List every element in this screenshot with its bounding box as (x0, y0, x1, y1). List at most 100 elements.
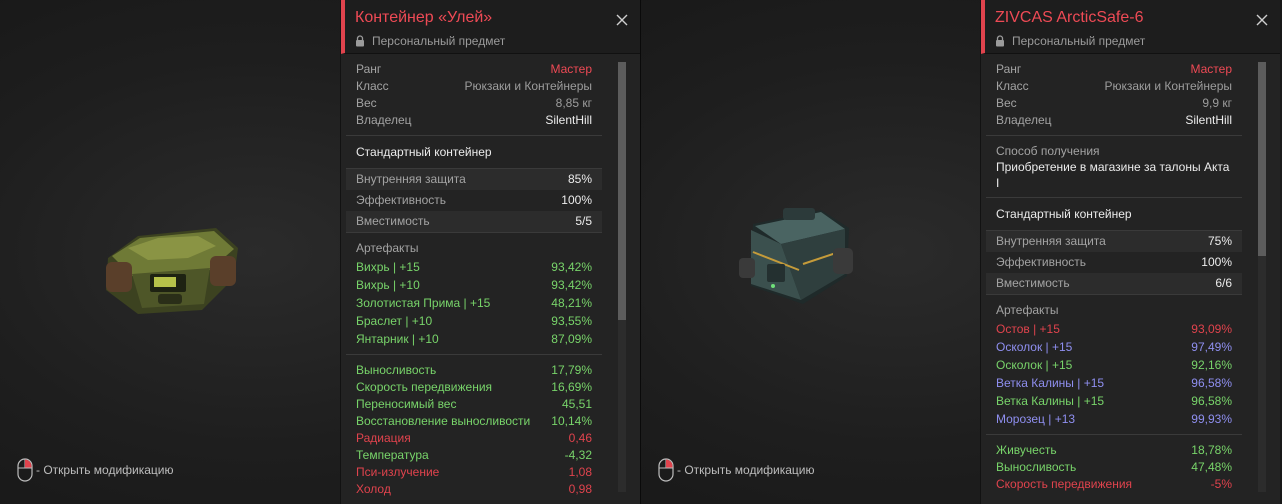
bonus-name: Выносливость (996, 460, 1077, 474)
bonus-name: Живучесть (996, 443, 1057, 457)
stat-value: 5/5 (575, 214, 592, 228)
bonus-value: 0,98 (568, 482, 592, 496)
stat-key: Эффективность (996, 255, 1087, 269)
stat-row: Эффективность 100% (346, 190, 602, 211)
open-modification-hint[interactable]: - Открыть модификацию (17, 458, 174, 482)
bonus-name: Температура (356, 448, 429, 462)
artifact-value: 92,16% (1191, 358, 1232, 372)
artifact-name: Остов | +15 (996, 322, 1060, 336)
bonus-name: Скорость передвижения (356, 380, 493, 394)
artifacts-section: Артефакты Вихрь | +15 93,42% Вихрь | +10 93… (346, 233, 602, 355)
bonus-value: -5% (1210, 477, 1232, 491)
info-key: Класс (996, 79, 1029, 93)
artifact-name: Ветка Калины | +15 (996, 376, 1105, 390)
stat-row: Вместимость 5/5 (346, 211, 602, 232)
stat-row: Эффективность 100% (986, 252, 1242, 273)
container-type: Стандартный контейнер (346, 136, 602, 169)
artifact-name: Янтарник | +10 (356, 332, 439, 346)
lock-icon (996, 35, 1004, 47)
artifact-row[interactable]: Ветка Калины | +15 96,58% (996, 392, 1232, 410)
artifact-row[interactable]: Морозец | +13 99,93% (996, 410, 1232, 428)
info-row: Вес 8,85 кг (356, 95, 592, 112)
bonus-name: Пси-излучение (356, 465, 440, 479)
bonus-value: 0,46 (568, 431, 592, 445)
artifact-value: 97,49% (1191, 340, 1232, 354)
artifact-value: 93,42% (551, 260, 592, 274)
stat-value: 75% (1207, 234, 1232, 248)
bonus-name: Холод (356, 482, 391, 496)
bonus-row: Радиация 0,46 (356, 430, 592, 447)
bonus-value: 16,69% (551, 380, 592, 394)
stat-key: Внутренняя защита (356, 172, 466, 186)
stats-section: Внутренняя защита 85% Эффективность 100% Вме… (346, 169, 602, 233)
info-row: Вес 9,9 кг (996, 95, 1232, 112)
stat-key: Вместимость (356, 214, 430, 228)
bonus-row: Переносимый вес 45,51 (356, 396, 592, 413)
personal-item-label: Персональный предмет (995, 34, 1280, 48)
artifact-row[interactable]: Браслет | +10 93,55% (356, 312, 592, 330)
info-value: SilentHill (545, 113, 592, 127)
stat-value: 100% (1201, 255, 1232, 269)
artifact-row[interactable]: Золотистая Прима | +15 48,21% (356, 294, 592, 312)
tooltip-body[interactable]: Ранг Мастер Класс Рюкзаки и Контейнеры Вес 8,… (346, 54, 602, 504)
bonus-row: Восстановление выносливости 10,14% (356, 413, 592, 430)
artifact-name: Осколок | +15 (996, 340, 1073, 354)
personal-item-label: Персональный предмет (355, 34, 640, 48)
info-value: Мастер (1190, 62, 1232, 76)
open-modification-label: - Открыть модификацию (36, 463, 174, 477)
scroll-thumb[interactable] (1258, 62, 1266, 256)
bonus-row: Выносливость 17,79% (356, 362, 592, 379)
open-modification-hint[interactable]: - Открыть модификацию (658, 458, 815, 482)
artifact-value: 99,93% (1191, 412, 1232, 426)
scrollbar[interactable] (1258, 62, 1266, 492)
artifact-row[interactable]: Осколок | +15 92,16% (996, 356, 1232, 374)
tooltip-header: ZIVCAS ArcticSafe-6 Персональный предмет (981, 0, 1280, 54)
info-value: SilentHill (1185, 113, 1232, 127)
artifact-row[interactable]: Вихрь | +10 93,42% (356, 276, 592, 294)
info-key: Вес (996, 96, 1017, 110)
mouse-right-click-icon (658, 458, 674, 482)
artifact-row[interactable]: Остов | +15 93,09% (996, 320, 1232, 338)
bonus-value: 45,51 (561, 397, 592, 411)
artifact-name: Осколок | +15 (996, 358, 1073, 372)
tooltip-body[interactable]: Ранг Мастер Класс Рюкзаки и Контейнеры Вес 9,… (986, 54, 1242, 504)
info-row: Класс Рюкзаки и Контейнеры (996, 78, 1232, 95)
personal-item-text: Персональный предмет (1012, 34, 1146, 48)
bonus-row: Холод 0,98 (356, 481, 592, 498)
bonus-value: 47,48% (1191, 460, 1232, 474)
info-value: 9,9 кг (1202, 96, 1232, 110)
source-text: Приобретение в магазине за талоны Акта I (996, 160, 1230, 190)
artifact-name: Вихрь | +15 (356, 260, 420, 274)
info-row: Ранг Мастер (356, 61, 592, 78)
scrollbar[interactable] (618, 62, 626, 492)
bonus-name: Выносливость (356, 363, 437, 377)
artifacts-title: Артефакты (996, 303, 1059, 317)
container-type: Стандартный контейнер (986, 198, 1242, 231)
bonuses-section: Выносливость 17,79% Скорость передвижения 1… (346, 355, 602, 504)
scroll-thumb[interactable] (618, 62, 626, 320)
artifact-row[interactable]: Осколок | +15 97,49% (996, 338, 1232, 356)
artifact-value: 93,55% (551, 314, 592, 328)
artifact-name: Морозец | +13 (996, 412, 1076, 426)
stat-key: Вместимость (996, 276, 1070, 290)
close-icon[interactable] (616, 14, 628, 26)
close-icon[interactable] (1256, 14, 1268, 26)
artifact-row[interactable]: Ветка Калины | +15 96,58% (996, 374, 1232, 392)
info-value: 8,85 кг (555, 96, 592, 110)
lock-icon (356, 35, 364, 47)
stat-row: Внутренняя защита 85% (346, 169, 602, 190)
artifact-value: 93,42% (551, 278, 592, 292)
artifact-value: 96,58% (1191, 394, 1232, 408)
source-label: Способ получения (996, 144, 1100, 158)
bonus-row: Скорость передвижения 16,69% (356, 379, 592, 396)
bonus-value: 1,08 (568, 465, 592, 479)
bonus-value: 18,78% (1191, 443, 1232, 457)
info-section: Ранг Мастер Класс Рюкзаки и Контейнеры Вес 9,… (986, 54, 1242, 136)
artifact-row[interactable]: Вихрь | +15 93,42% (356, 258, 592, 276)
bonuses-section: Живучесть 18,78% Выносливость 47,48% Скорост… (986, 435, 1242, 499)
artifact-value: 96,58% (1191, 376, 1232, 390)
artifact-name: Золотистая Прима | +15 (356, 296, 491, 310)
artifact-row[interactable]: Янтарник | +10 87,09% (356, 330, 592, 348)
item-title: ZIVCAS ArcticSafe-6 (995, 9, 1144, 26)
stats-section: Внутренняя защита 75% Эффективность 100% Вме… (986, 231, 1242, 295)
